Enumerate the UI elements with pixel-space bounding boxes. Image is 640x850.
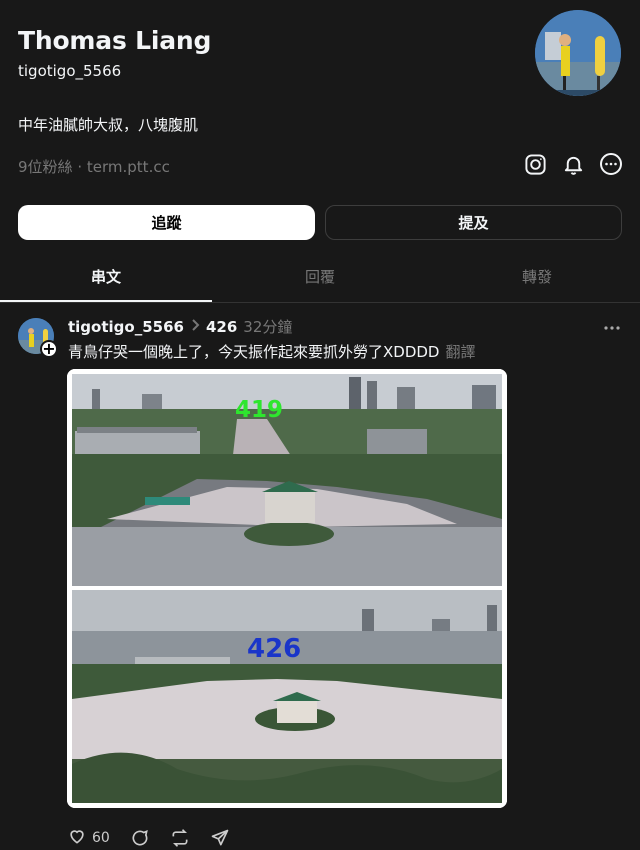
post-image[interactable]: 419 426 [67, 369, 507, 808]
tab-threads[interactable]: 串文 [0, 266, 212, 287]
follow-button[interactable]: 追蹤 [18, 205, 315, 240]
followers-count[interactable]: 9位粉絲 [18, 158, 73, 176]
instagram-icon[interactable] [523, 152, 547, 176]
photo-label-bottom: 426 [247, 634, 301, 664]
profile-name: Thomas Liang [18, 26, 212, 55]
tab-replies[interactable]: 回覆 [214, 266, 426, 287]
meta-separator: · [77, 158, 83, 176]
post-text: 青鳥仔哭一個晚上了，今天振作起來要抓外勞了XDDDD [68, 343, 440, 361]
repost-icon[interactable] [170, 828, 190, 848]
profile-bio: 中年油膩帥大叔，八塊腹肌 [18, 116, 199, 134]
mention-button[interactable]: 提及 [325, 205, 622, 240]
tab-reposts[interactable]: 轉發 [431, 266, 640, 287]
post-header: tigotigo_5566 426 32分鐘 [68, 316, 292, 337]
more-circle-icon[interactable] [599, 152, 623, 176]
profile-link[interactable]: term.ptt.cc [87, 158, 170, 176]
bell-icon[interactable] [561, 152, 585, 176]
chevron-right-icon [190, 318, 200, 335]
comment-icon[interactable] [130, 828, 150, 848]
profile-tabs: 串文 回覆 轉發 [0, 258, 640, 303]
translate-link[interactable]: 翻譯 [445, 343, 475, 361]
heart-icon [67, 826, 87, 850]
post-time: 32分鐘 [243, 318, 293, 336]
post-username[interactable]: tigotigo_5566 [68, 318, 184, 336]
post-body: 青鳥仔哭一個晚上了，今天振作起來要抓外勞了XDDDD 翻譯 [68, 341, 476, 362]
profile-meta: 9位粉絲 · term.ptt.cc [18, 156, 170, 177]
post-more-icon[interactable] [603, 316, 621, 335]
profile-handle: tigotigo_5566 [18, 62, 122, 80]
photo-bottom-panel: 426 [72, 590, 502, 803]
share-icon[interactable] [210, 828, 230, 848]
like-button[interactable]: 60 [67, 826, 110, 850]
like-count: 60 [92, 830, 110, 846]
photo-top-panel: 419 [72, 374, 502, 586]
reply-to-ref[interactable]: 426 [206, 318, 237, 336]
photo-label-top: 419 [235, 397, 283, 423]
active-tab-indicator [0, 300, 212, 302]
follow-plus-icon[interactable]: + [40, 340, 58, 358]
post-actions: 60 [67, 826, 230, 850]
profile-avatar[interactable] [535, 10, 621, 96]
